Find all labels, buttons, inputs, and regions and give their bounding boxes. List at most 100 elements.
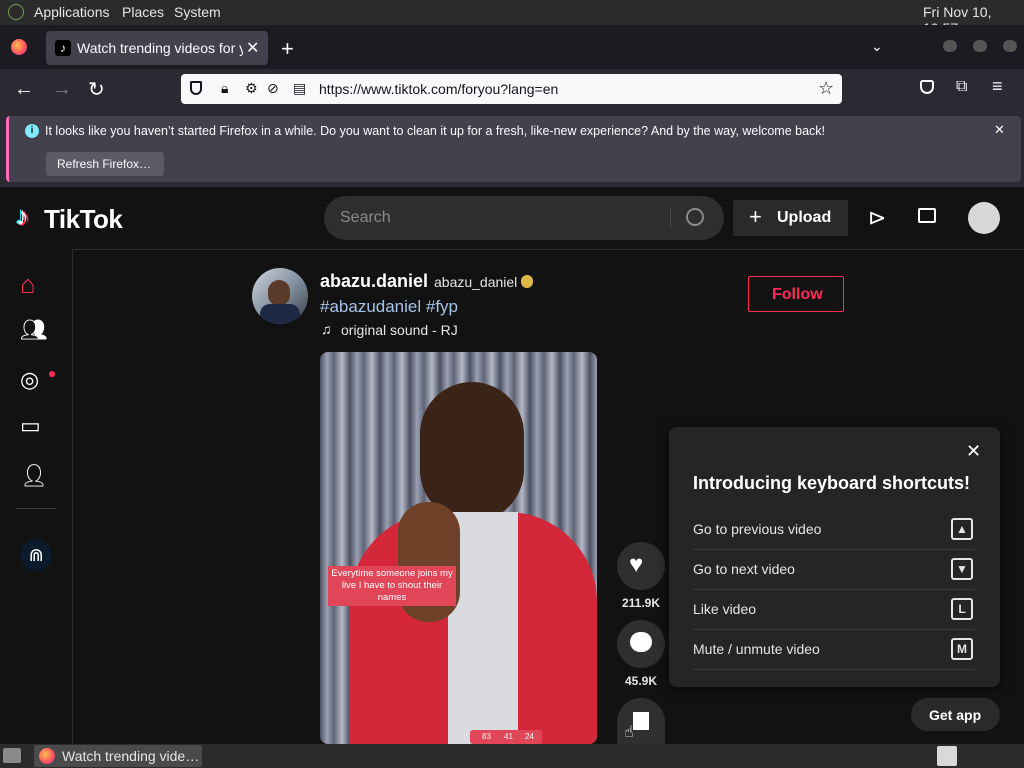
- shortcut-mute-video: Mute / unmute video M: [693, 629, 975, 670]
- menu-icon[interactable]: ≡: [992, 76, 1003, 97]
- video-person-head: [420, 382, 524, 522]
- overlay-comment-stat: 41: [504, 732, 513, 741]
- close-tab-icon[interactable]: ✕: [246, 38, 259, 58]
- shortcut-label: Go to previous video: [693, 521, 822, 537]
- shortcut-like-video: Like video L: [693, 589, 975, 630]
- shortcut-previous-video: Go to previous video ▲: [693, 509, 975, 550]
- follow-button[interactable]: Follow: [748, 276, 844, 312]
- profile-avatar[interactable]: [968, 202, 1000, 234]
- explore-notification-dot: [49, 371, 55, 377]
- system-menu[interactable]: System: [174, 4, 221, 20]
- shortcut-label: Go to next video: [693, 561, 795, 577]
- search-icon[interactable]: [686, 208, 704, 226]
- upload-button[interactable]: + Upload: [733, 200, 848, 236]
- explore-icon[interactable]: ◎: [20, 367, 52, 399]
- author-avatar[interactable]: [252, 268, 308, 324]
- video-player[interactable]: Everytime someone joins my live I have t…: [320, 352, 597, 744]
- bottom-taskbar: Watch trending vide…: [0, 744, 1024, 768]
- window-maximize-button[interactable]: [973, 40, 987, 52]
- author-display-name[interactable]: abazu.daniel: [320, 271, 428, 292]
- keyboard-shortcuts-popup: ✕ Introducing keyboard shortcuts! Go to …: [669, 427, 1000, 687]
- home-icon[interactable]: ⌂: [20, 269, 52, 301]
- extensions-icon[interactable]: ⧉: [956, 78, 967, 96]
- tab-active[interactable]: ♪ Watch trending videos for y ✕: [46, 31, 268, 65]
- profile-icon[interactable]: 👤︎: [20, 463, 52, 495]
- following-icon[interactable]: 👥︎: [20, 317, 52, 349]
- bookmark-star-icon[interactable]: ☆: [818, 78, 834, 99]
- places-menu[interactable]: Places: [122, 4, 164, 20]
- tab-title: Watch trending videos for y: [77, 40, 243, 56]
- search-bar[interactable]: Search: [324, 196, 724, 240]
- tiktok-favicon: ♪: [55, 40, 71, 56]
- sidebar-divider: [16, 508, 56, 509]
- like-button[interactable]: ♥: [617, 542, 665, 590]
- tiktok-logo-icon[interactable]: ♪: [16, 201, 29, 232]
- taskbar-window-title: Watch trending vide…: [62, 748, 200, 764]
- creator-avatar-icon[interactable]: ⋒: [20, 539, 52, 571]
- url-bar[interactable]: 🔒︎ ⚙︎ ⊘ ▤ https://www.tiktok.com/foryou?…: [181, 74, 842, 104]
- autoplay-blocked-icon[interactable]: ⊘: [267, 80, 279, 97]
- comment-count: 45.9K: [624, 674, 658, 688]
- like-count: 211.9K: [621, 596, 661, 610]
- window-close-button[interactable]: [1003, 40, 1017, 52]
- upload-label: Upload: [777, 209, 832, 226]
- overlay-bookmark-stat: 24: [525, 732, 534, 741]
- comment-icon: [630, 632, 652, 652]
- permissions-icon[interactable]: ⚙︎: [245, 80, 258, 97]
- taskbar-window-button[interactable]: Watch trending vide…: [34, 745, 202, 767]
- refresh-firefox-button[interactable]: Refresh Firefox…: [46, 152, 164, 176]
- mouse-pointer-icon: ☝︎: [624, 724, 634, 741]
- list-tabs-icon[interactable]: ⌄: [871, 38, 883, 55]
- url-text[interactable]: https://www.tiktok.com/foryou?lang=en: [319, 81, 558, 97]
- get-app-button[interactable]: Get app: [911, 698, 1000, 731]
- arrow-down-key-icon: ▼: [951, 558, 973, 580]
- tiktok-logo[interactable]: TikTok: [44, 204, 123, 235]
- shortcut-label: Like video: [693, 601, 757, 617]
- notification-message: It looks like you haven’t started Firefo…: [45, 124, 826, 138]
- close-popup-icon[interactable]: ✕: [966, 441, 981, 462]
- sidebar-nav: ⌂ 👥︎ ◎ ▭ 👤︎ ⋒: [0, 249, 73, 744]
- tracking-protection-icon[interactable]: [190, 81, 202, 95]
- post-hashtags[interactable]: #abazudaniel #fyp: [320, 297, 458, 317]
- plus-icon: +: [749, 204, 762, 229]
- forward-icon[interactable]: →: [52, 78, 72, 101]
- back-icon[interactable]: ←: [14, 78, 34, 101]
- author-username[interactable]: abazu_daniel: [434, 274, 517, 290]
- post-sound[interactable]: original sound - RJ: [341, 322, 458, 338]
- video-stats-overlay: 83 41 24: [470, 730, 542, 744]
- system-top-bar: Applications Places System Fri Nov 10, 1…: [0, 0, 1024, 36]
- shortcut-label: Mute / unmute video: [693, 641, 820, 657]
- show-desktop-icon[interactable]: [3, 748, 21, 763]
- applications-menu[interactable]: Applications: [34, 4, 110, 20]
- close-notification-icon[interactable]: ✕: [994, 122, 1005, 138]
- shortcuts-title: Introducing keyboard shortcuts!: [693, 473, 971, 493]
- reload-icon[interactable]: ↻: [88, 77, 105, 102]
- window-minimize-button[interactable]: [943, 40, 957, 52]
- overlay-heart-stat: 83: [482, 732, 491, 741]
- heart-icon: ♥: [629, 551, 644, 578]
- firefox-icon: [39, 748, 55, 764]
- search-input[interactable]: Search: [340, 209, 391, 227]
- m-key-icon: M: [951, 638, 973, 660]
- arrow-up-key-icon: ▲: [951, 518, 973, 540]
- pocket-icon[interactable]: [920, 80, 934, 94]
- get-app-label: Get app: [929, 707, 982, 723]
- new-tab-icon[interactable]: +: [281, 36, 294, 62]
- refresh-firefox-button-label: Refresh Firefox…: [57, 157, 152, 171]
- video-caption-overlay: Everytime someone joins my live I have t…: [328, 566, 456, 606]
- l-key-icon: L: [951, 598, 973, 620]
- avatar-shirt: [260, 304, 300, 324]
- inbox-icon[interactable]: [918, 208, 936, 223]
- gnome-foot-icon[interactable]: [8, 4, 24, 20]
- reader-view-icon[interactable]: ▤: [293, 80, 306, 97]
- badge-emoji-icon: [521, 275, 533, 288]
- lock-icon[interactable]: 🔒︎: [221, 80, 228, 97]
- live-icon[interactable]: ▭: [20, 413, 52, 445]
- messages-icon[interactable]: ⊳: [868, 205, 886, 231]
- avatar-face: [268, 280, 290, 306]
- comment-button[interactable]: [617, 620, 665, 668]
- workspace-switcher-icon[interactable]: [937, 746, 957, 766]
- firefox-view-icon[interactable]: [11, 39, 27, 55]
- info-icon: i: [25, 124, 39, 138]
- search-divider: [670, 208, 671, 228]
